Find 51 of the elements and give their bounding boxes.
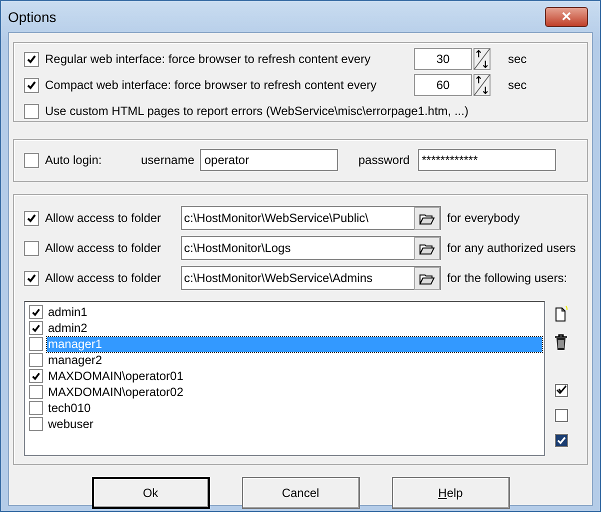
password-field[interactable]: ************: [418, 149, 556, 171]
checkbox-label: Regular web interface: force browser to refresh content every: [45, 52, 372, 66]
dialog-button[interactable]: Help: [392, 477, 510, 509]
scope-label: for the following users:: [447, 271, 568, 285]
checkbox[interactable]: [29, 337, 43, 351]
trash-icon[interactable]: [553, 333, 569, 351]
checkbox[interactable]: [29, 321, 43, 335]
scope-label: for any authorized users: [447, 241, 576, 255]
checkbox-label: Allow access to folder: [45, 211, 162, 225]
field-label: username: [141, 153, 194, 167]
spin-arrows-icon[interactable]: [472, 48, 492, 70]
checkbox[interactable]: [24, 152, 39, 168]
dialog-button[interactable]: Ok: [92, 477, 210, 509]
number-field[interactable]: 30: [414, 48, 472, 70]
new-document-icon[interactable]: [553, 305, 569, 323]
checkbox-label: Use custom HTML pages to report errors (WebService\misc\errorpage1.htm, ...): [45, 104, 468, 118]
check-all-icon[interactable]: [554, 383, 568, 398]
checkbox[interactable]: [29, 353, 43, 367]
unit-label: sec: [508, 78, 527, 92]
checkbox[interactable]: [24, 240, 39, 256]
checkbox[interactable]: [24, 210, 39, 226]
dialog-button[interactable]: Cancel: [242, 477, 360, 509]
checkbox[interactable]: [24, 52, 39, 66]
field-label: password: [358, 153, 410, 167]
spin-arrows-icon[interactable]: [472, 74, 492, 96]
unit-label: sec: [508, 52, 527, 66]
list-item[interactable]: MAXDOMAIN\operator01: [47, 368, 542, 384]
list-item[interactable]: admin1: [47, 304, 542, 320]
checkbox[interactable]: [29, 305, 43, 319]
username-field[interactable]: operator: [200, 149, 338, 171]
checkbox[interactable]: [24, 104, 39, 118]
checkbox[interactable]: [29, 385, 43, 399]
checkbox-label: Allow access to folder: [45, 271, 162, 285]
uncheck-all-icon[interactable]: [554, 408, 568, 423]
list-item[interactable]: MAXDOMAIN\operator02: [47, 384, 542, 400]
checkbox-label: Auto login:: [45, 153, 103, 167]
list-item[interactable]: admin2: [47, 320, 542, 336]
checkbox[interactable]: [29, 369, 43, 383]
checkbox[interactable]: [29, 401, 43, 415]
window-title: Options: [8, 8, 56, 24]
scope-label: for everybody: [447, 211, 520, 225]
checkbox-label: Allow access to folder: [45, 241, 162, 255]
checkbox[interactable]: [24, 270, 39, 286]
list-item[interactable]: manager2: [47, 352, 542, 368]
checkbox-label: Compact web interface: force browser to refresh content every: [45, 78, 378, 92]
checkbox[interactable]: [24, 78, 39, 92]
checkbox[interactable]: [29, 417, 43, 431]
checked-box-icon[interactable]: [554, 433, 568, 448]
number-field[interactable]: 60: [414, 74, 472, 96]
list-item[interactable]: tech010: [47, 400, 542, 416]
list-item[interactable]: webuser: [47, 416, 542, 432]
